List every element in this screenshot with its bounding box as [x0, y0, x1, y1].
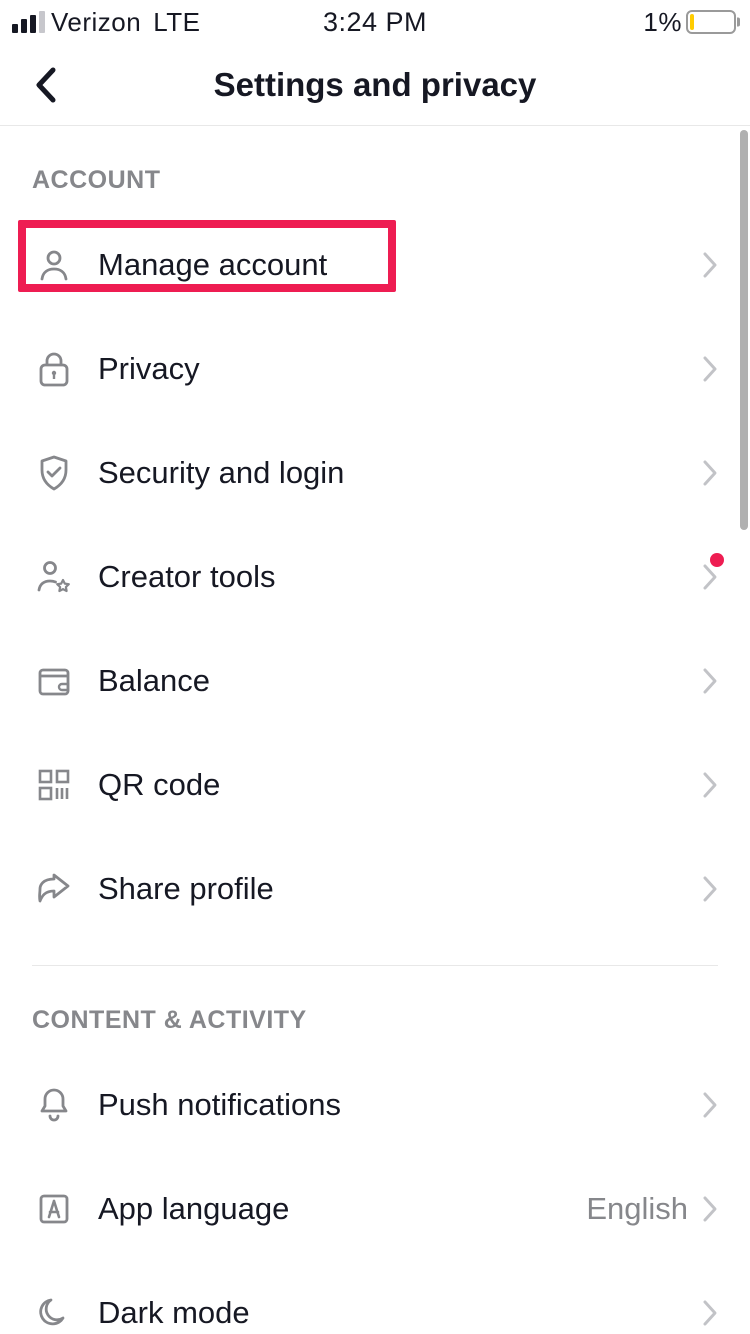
status-bar: Verizon LTE 3:24 PM 1% — [0, 0, 750, 44]
status-right: 1% — [643, 7, 736, 38]
nav-header: Settings and privacy — [0, 44, 750, 126]
status-left: Verizon LTE — [12, 7, 201, 38]
chevron-right-icon — [702, 667, 718, 695]
network-label: LTE — [153, 7, 200, 38]
moon-icon — [32, 1291, 76, 1334]
row-push-notifications[interactable]: Push notifications — [0, 1053, 750, 1157]
chevron-right-icon — [702, 771, 718, 799]
signal-icon — [12, 11, 45, 33]
row-label: Balance — [98, 663, 702, 699]
row-label: Push notifications — [98, 1087, 702, 1123]
carrier-label: Verizon — [51, 7, 141, 38]
battery-icon — [686, 10, 736, 34]
row-qr-code[interactable]: QR code — [0, 733, 750, 837]
chevron-right-icon — [702, 1091, 718, 1119]
row-app-language[interactable]: App language English — [0, 1157, 750, 1261]
row-share-profile[interactable]: Share profile — [0, 837, 750, 941]
row-balance[interactable]: Balance — [0, 629, 750, 733]
chevron-right-icon — [702, 875, 718, 903]
section-header-content: CONTENT & ACTIVITY — [0, 966, 750, 1053]
page-title: Settings and privacy — [214, 66, 537, 104]
chevron-right-icon — [702, 251, 718, 279]
row-label: Privacy — [98, 351, 702, 387]
chevron-right-icon — [702, 1195, 718, 1223]
shield-icon — [32, 451, 76, 495]
chevron-right-icon — [702, 459, 718, 487]
settings-list[interactable]: ACCOUNT Manage account Privacy — [0, 126, 750, 1334]
bell-icon — [32, 1083, 76, 1127]
row-label: Security and login — [98, 455, 702, 491]
row-label: Dark mode — [98, 1295, 702, 1331]
row-label: Creator tools — [98, 559, 702, 595]
person-icon — [32, 243, 76, 287]
row-label: QR code — [98, 767, 702, 803]
lock-icon — [32, 347, 76, 391]
row-dark-mode[interactable]: Dark mode — [0, 1261, 750, 1334]
section-header-account: ACCOUNT — [0, 126, 750, 213]
row-privacy[interactable]: Privacy — [0, 317, 750, 421]
scrollbar[interactable] — [740, 130, 748, 530]
row-label: Share profile — [98, 871, 702, 907]
chevron-left-icon — [33, 66, 57, 104]
language-icon — [32, 1187, 76, 1231]
battery-pct: 1% — [643, 7, 682, 38]
notification-dot-icon — [710, 553, 724, 567]
status-time: 3:24 PM — [323, 7, 427, 38]
wallet-icon — [32, 659, 76, 703]
person-star-icon — [32, 555, 76, 599]
row-security[interactable]: Security and login — [0, 421, 750, 525]
row-manage-account[interactable]: Manage account — [0, 213, 750, 317]
chevron-right-icon — [702, 355, 718, 383]
back-button[interactable] — [20, 60, 70, 110]
row-label: Manage account — [98, 247, 702, 283]
row-label: App language — [98, 1191, 586, 1227]
qr-code-icon — [32, 763, 76, 807]
chevron-right-icon — [702, 563, 718, 591]
share-icon — [32, 867, 76, 911]
row-value: English — [586, 1191, 688, 1227]
row-creator-tools[interactable]: Creator tools — [0, 525, 750, 629]
chevron-right-icon — [702, 1299, 718, 1327]
